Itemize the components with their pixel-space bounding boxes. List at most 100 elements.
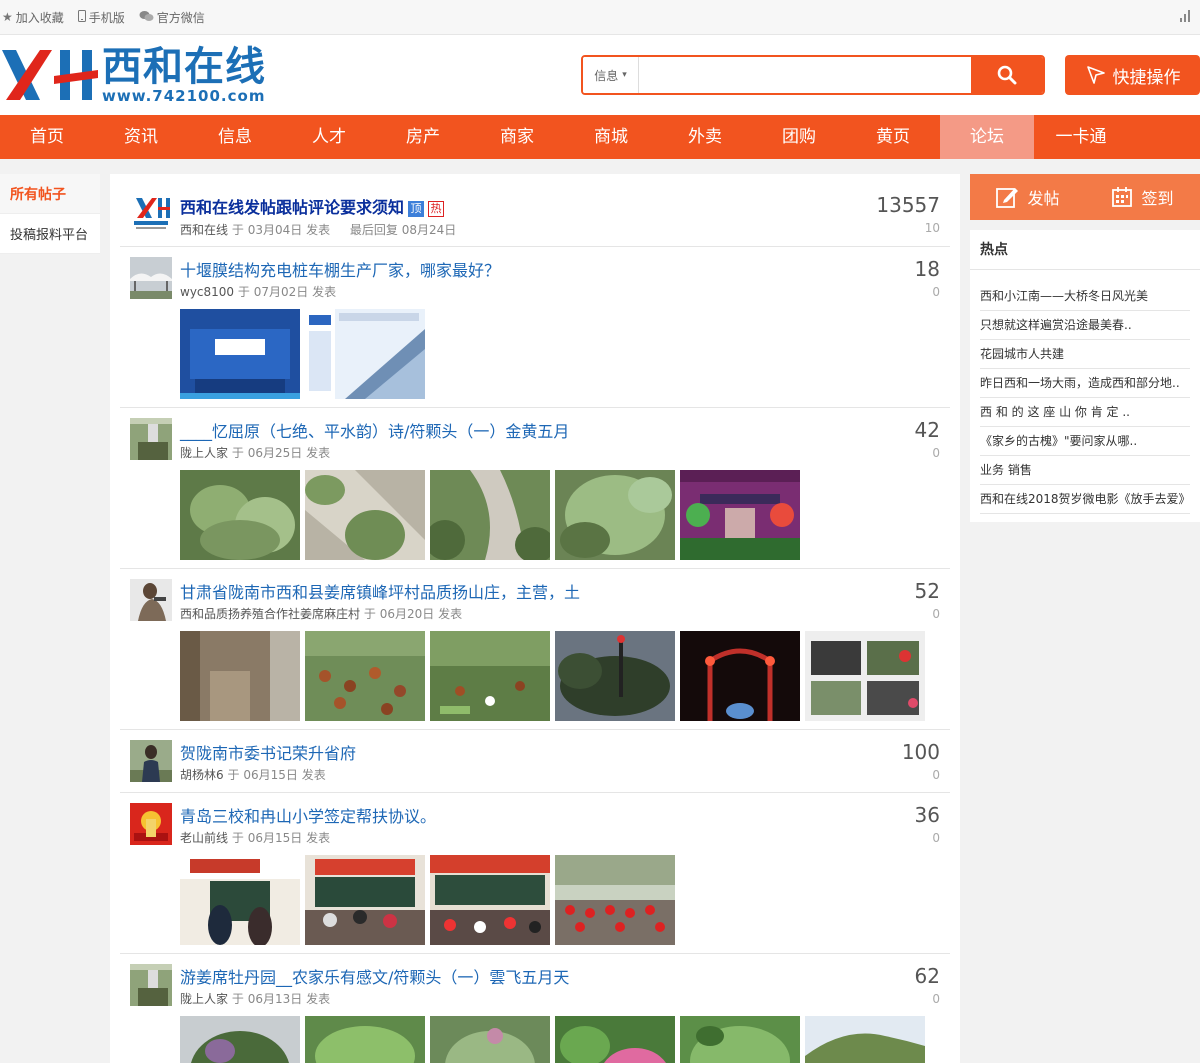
cursor-icon [1086, 66, 1105, 84]
sign-in-button[interactable]: 签到 [1085, 174, 1200, 220]
table-row[interactable]: 青岛三校和冉山小学签定帮扶协议。 老山前线 于 06月15日 发表 36 0 [120, 793, 950, 954]
nav-item-info[interactable]: 信息 [188, 115, 282, 159]
post-thumbnail[interactable] [555, 855, 675, 945]
post-title[interactable]: 甘肃省陇南市西和县姜席镇峰坪村品质扬山庄，主营，土 [180, 579, 580, 603]
post-author[interactable]: 老山前线 [180, 831, 228, 845]
view-count: 100 [901, 740, 940, 764]
list-item[interactable]: 西 和 的 这 座 山 你 肯 定 .. [980, 398, 1190, 427]
post-author[interactable]: 西和在线 [180, 223, 228, 237]
post-thumbnail[interactable] [180, 1016, 300, 1063]
list-item[interactable]: 花园城市人共建 [980, 340, 1190, 369]
post-thumbnail[interactable] [430, 1016, 550, 1063]
post-thumbnail[interactable] [805, 631, 925, 721]
post-list: 西和在线发帖跟帖评论要求须知顶热 西和在线 于 03月04日 发表 最后回复 0… [110, 174, 960, 1063]
post-thumbnail[interactable] [680, 1016, 800, 1063]
table-row[interactable]: 西和在线发帖跟帖评论要求须知顶热 西和在线 于 03月04日 发表 最后回复 0… [120, 174, 950, 247]
post-title[interactable]: 十堰膜结构充电桩车棚生产厂家，哪家最好？ [180, 257, 500, 281]
post-title[interactable]: 青岛三校和冉山小学签定帮扶协议。 [180, 803, 436, 827]
avatar[interactable] [130, 964, 172, 1006]
table-row[interactable]: ____忆屈原（七绝、平水韵）诗/符颗头（一）金黄五月 陇上人家 于 06月25… [120, 408, 950, 569]
list-item[interactable]: 西和小江南——大桥冬日风光美 [980, 282, 1190, 311]
sidebar-item-submit-news[interactable]: 投稿报料平台 [0, 214, 100, 254]
post-thumbnail[interactable] [305, 631, 425, 721]
search-icon [997, 65, 1017, 85]
reply-count: 0 [932, 607, 940, 621]
post-thumbnail[interactable] [680, 470, 800, 560]
mobile-version-link[interactable]: 手机版 [77, 9, 125, 26]
post-thumbnail[interactable] [305, 470, 425, 560]
post-thumbnail[interactable] [305, 1016, 425, 1063]
post-author[interactable]: 胡杨林6 [180, 768, 224, 782]
post-author[interactable]: 陇上人家 [180, 992, 228, 1006]
sidebar-item-all-posts[interactable]: 所有帖子 [0, 174, 100, 214]
search-input[interactable] [639, 57, 971, 93]
add-favorite-link[interactable]: ★ 加入收藏 [2, 9, 64, 26]
nav-item-takeout[interactable]: 外卖 [658, 115, 752, 159]
post-thumbnail[interactable] [305, 855, 425, 945]
view-count: 36 [914, 803, 940, 827]
nav-item-home[interactable]: 首页 [0, 115, 94, 159]
post-thumbnail[interactable] [805, 1016, 925, 1063]
post-author[interactable]: 陇上人家 [180, 446, 228, 460]
calendar-icon [1112, 187, 1133, 207]
avatar[interactable] [130, 740, 172, 782]
avatar[interactable] [130, 579, 172, 621]
post-title[interactable]: 贺陇南市委书记荣升省府 [180, 740, 356, 764]
post-thumbnail[interactable] [430, 855, 550, 945]
search-category-select[interactable]: 信息 ▾ [583, 57, 639, 93]
post-thumbnail[interactable] [555, 1016, 675, 1063]
list-item[interactable]: 昨日西和一场大雨，造成西和部分地.. [980, 369, 1190, 398]
reply-count: 10 [924, 221, 940, 235]
nav-item-news[interactable]: 资讯 [94, 115, 188, 159]
wechat-link[interactable]: 官方微信 [139, 9, 205, 26]
avatar[interactable] [130, 196, 172, 238]
table-row[interactable]: 游姜席牡丹园__农家乐有感文/符颗头（一）雲飞五月天 陇上人家 于 06月13日… [120, 954, 950, 1063]
site-logo[interactable]: 西和在线 www.742100.com [2, 45, 287, 105]
post-thumbnail[interactable] [555, 470, 675, 560]
nav-item-merchants[interactable]: 商家 [470, 115, 564, 159]
post-thumbnail[interactable] [180, 855, 300, 947]
post-thumbnail[interactable] [425, 470, 555, 563]
reply-count: 0 [932, 446, 940, 460]
table-row[interactable]: 甘肃省陇南市西和县姜席镇峰坪村品质扬山庄，主营，土 西和品质扬养殖合作社姜席麻庄… [120, 569, 950, 730]
avatar[interactable] [130, 803, 172, 845]
phone-icon [77, 9, 86, 25]
nav-item-housing[interactable]: 房产 [376, 115, 470, 159]
search-button[interactable] [971, 57, 1043, 93]
post-thumbnail[interactable] [680, 631, 800, 721]
list-item[interactable]: 《家乡的古槐》"要问家从哪.. [980, 427, 1190, 456]
post-author[interactable]: wyc8100 [180, 285, 234, 299]
hot-topics-title: 热点 [970, 230, 1200, 270]
post-title[interactable]: 游姜席牡丹园__农家乐有感文/符颗头（一）雲飞五月天 [180, 964, 569, 988]
reply-count: 0 [932, 831, 940, 845]
post-thumbnail[interactable] [305, 309, 425, 399]
post-thumbnail[interactable] [180, 470, 300, 560]
post-thumbnail[interactable] [430, 631, 550, 721]
nav-item-jobs[interactable]: 人才 [282, 115, 376, 159]
logo-xh-mark [2, 46, 98, 104]
nav-item-mall[interactable]: 商城 [564, 115, 658, 159]
post-title[interactable]: 西和在线发帖跟帖评论要求须知 [180, 198, 404, 217]
pinned-badge: 顶 [408, 201, 425, 217]
post-thumbnail[interactable] [555, 631, 675, 721]
nav-item-forum[interactable]: 论坛 [940, 115, 1034, 159]
list-item[interactable]: 业务 销售 [980, 456, 1190, 485]
post-author[interactable]: 西和品质扬养殖合作社姜席麻庄村 [180, 607, 360, 621]
avatar[interactable] [130, 257, 172, 299]
list-item[interactable]: 只想就这样遍赏沿途最美春.. [980, 311, 1190, 340]
table-row[interactable]: 十堰膜结构充电桩车棚生产厂家，哪家最好？ wyc8100 于 07月02日 发表… [120, 247, 950, 408]
list-item[interactable]: 西和在线2018贺岁微电影《放手去爱》 [980, 485, 1190, 514]
quick-action-button[interactable]: 快捷操作 [1065, 55, 1200, 95]
table-row[interactable]: 贺陇南市委书记荣升省府 胡杨林6 于 06月15日 发表 100 0 [120, 730, 950, 793]
nav-item-groupbuy[interactable]: 团购 [752, 115, 846, 159]
nav-item-yellowpages[interactable]: 黄页 [846, 115, 940, 159]
post-thumbnail[interactable] [180, 631, 300, 721]
nav-item-card[interactable]: 一卡通 [1034, 115, 1128, 159]
post-title[interactable]: ____忆屈原（七绝、平水韵）诗/符颗头（一）金黄五月 [180, 418, 569, 442]
star-icon: ★ [2, 10, 13, 24]
hot-badge: 热 [428, 201, 445, 217]
avatar[interactable] [130, 418, 172, 460]
top-bar: ★ 加入收藏 手机版 官方微信 [0, 0, 1200, 35]
new-post-button[interactable]: 发帖 [970, 174, 1085, 220]
post-thumbnail[interactable] [180, 309, 300, 399]
